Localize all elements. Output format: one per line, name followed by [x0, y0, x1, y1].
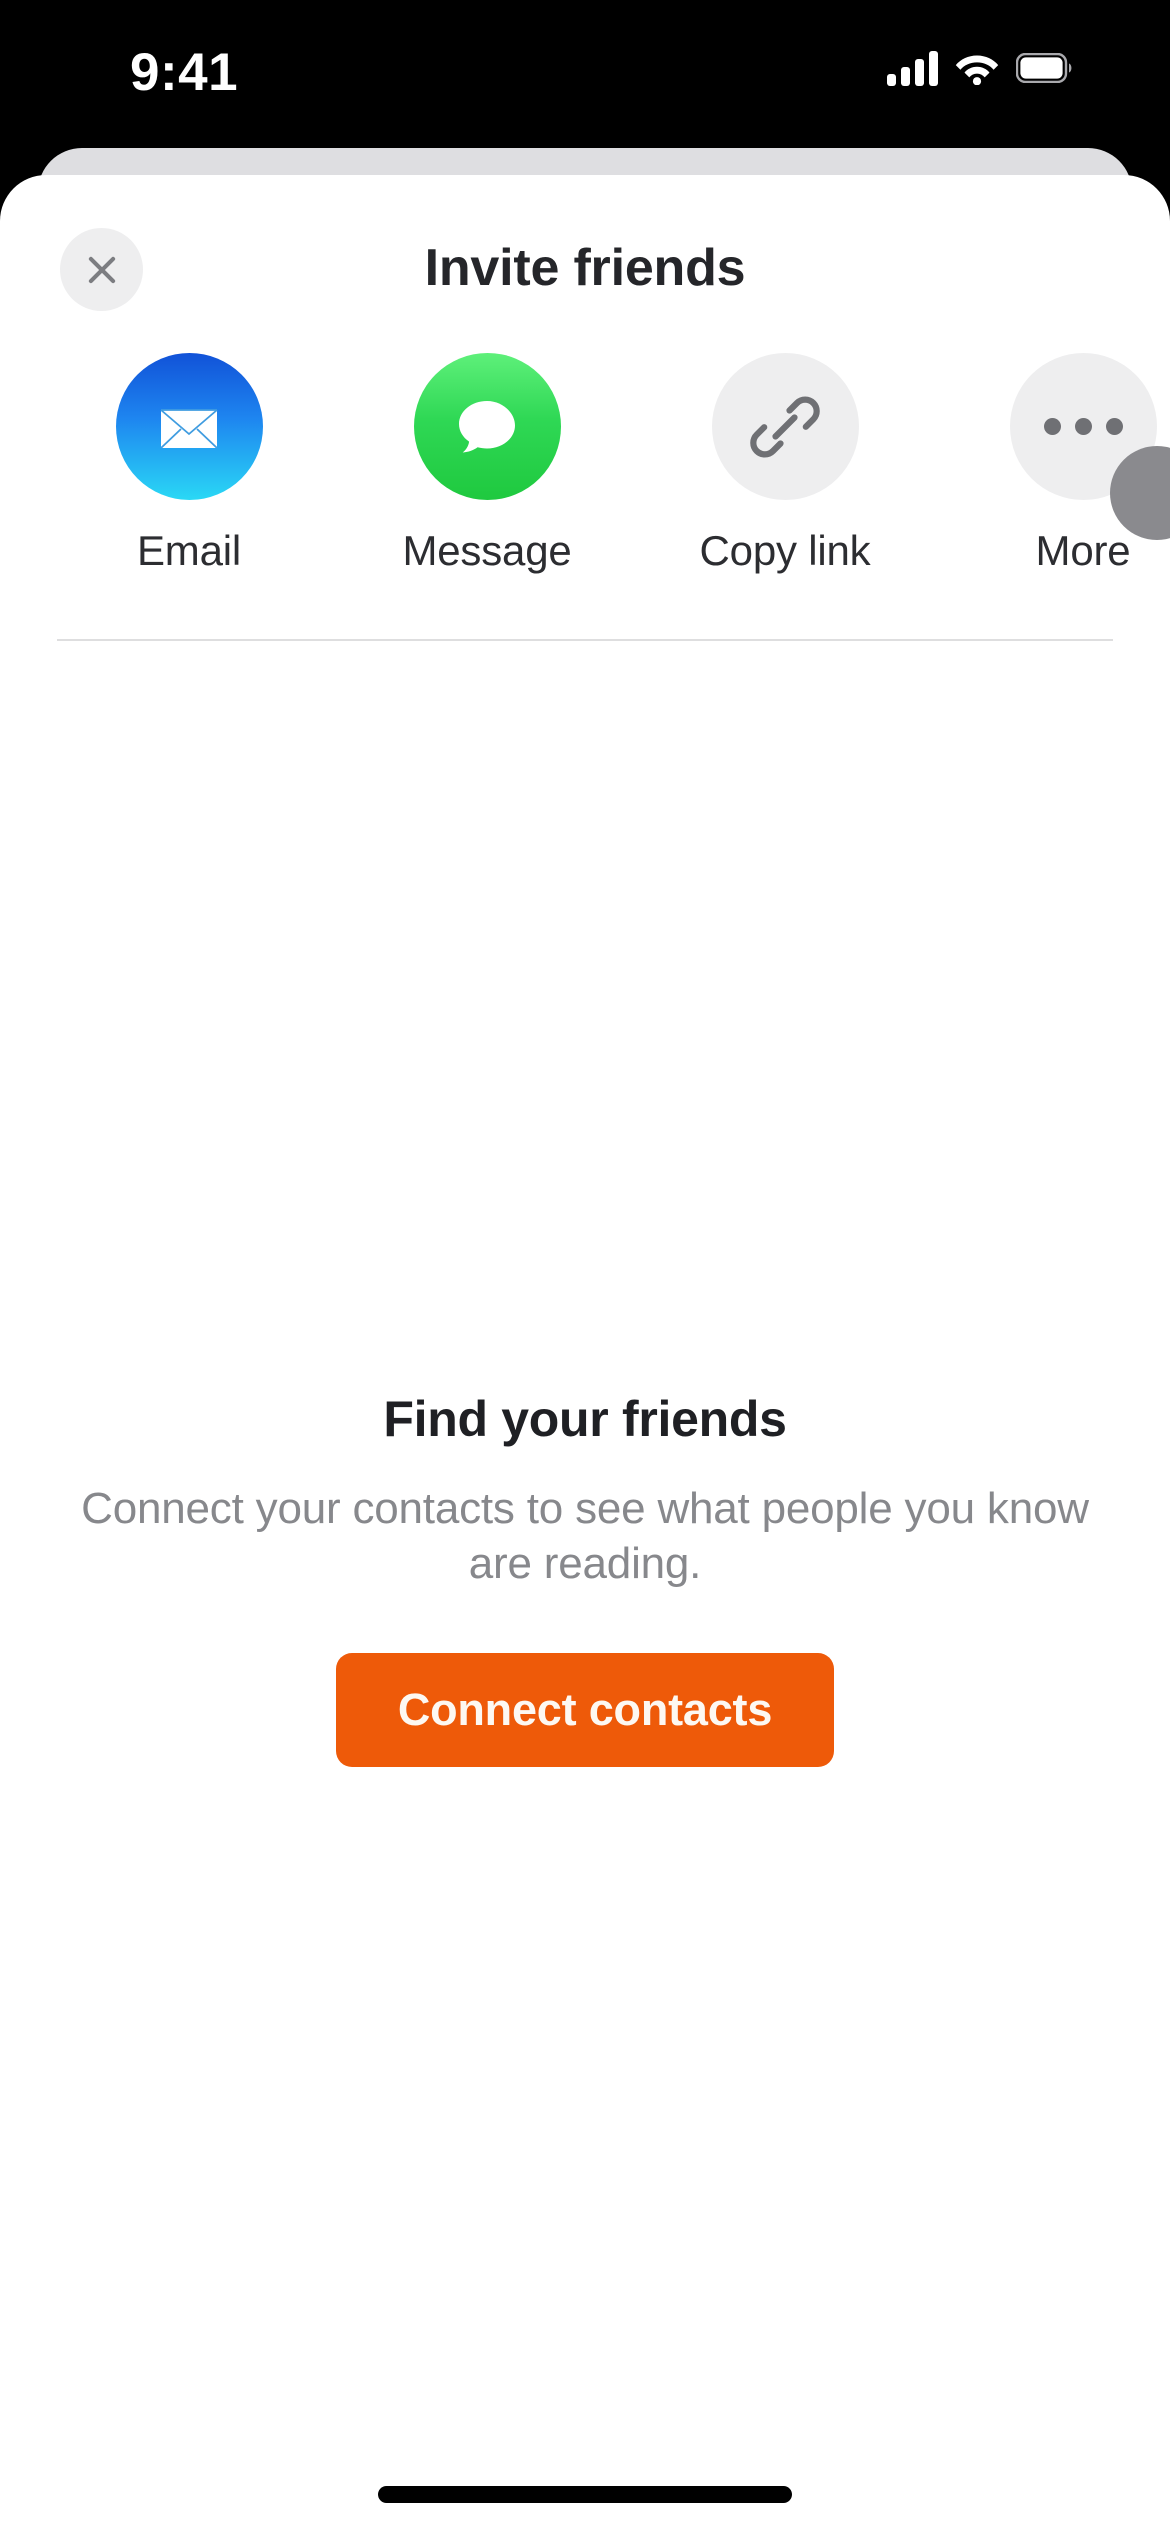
page-title: Invite friends [424, 239, 746, 297]
share-target-label: Copy link [699, 527, 871, 574]
email-icon-circle [115, 353, 263, 500]
home-indicator[interactable] [378, 2486, 792, 2503]
share-target-message[interactable]: Message [338, 353, 636, 575]
status-bar-indicators [887, 50, 1074, 86]
status-bar-time: 9:41 [130, 43, 239, 102]
copy-link-icon-circle [711, 353, 859, 500]
battery-icon [1016, 53, 1072, 83]
empty-state-subtitle: Connect your contacts to see what people… [81, 1484, 1089, 1588]
more-ellipsis-icon [1043, 418, 1123, 435]
share-target-copy-link[interactable]: Copy link [636, 353, 934, 575]
share-target-label: Email [136, 527, 242, 574]
message-icon-circle [413, 353, 561, 500]
share-targets-row: Email Message Copy link More [0, 353, 1170, 575]
connect-contacts-button[interactable]: Connect contacts [335, 1653, 835, 1767]
status-bar: 9:41 [0, 0, 1170, 145]
share-target-email[interactable]: Email [40, 353, 338, 575]
modal-header: Invite friends [0, 175, 1170, 353]
cellular-signal-icon [887, 50, 938, 86]
link-chain-icon [750, 396, 820, 457]
share-target-label: Message [402, 527, 572, 574]
invite-friends-modal: Invite friends Email Message Copy link M… [0, 175, 1170, 2532]
share-targets-scroller[interactable]: Email Message Copy link More [0, 353, 1170, 615]
find-friends-empty-state: Find your friends Connect your contacts … [0, 1390, 1170, 1767]
phone-screen: 9:41 Invite friends Email Message Copy l… [0, 0, 1170, 2532]
section-divider [57, 639, 1113, 641]
wifi-icon [955, 55, 999, 85]
message-bubble-icon [459, 400, 515, 452]
share-target-label: More [1035, 527, 1131, 574]
empty-state-title: Find your friends [383, 1391, 787, 1447]
email-envelope-icon [160, 408, 218, 449]
